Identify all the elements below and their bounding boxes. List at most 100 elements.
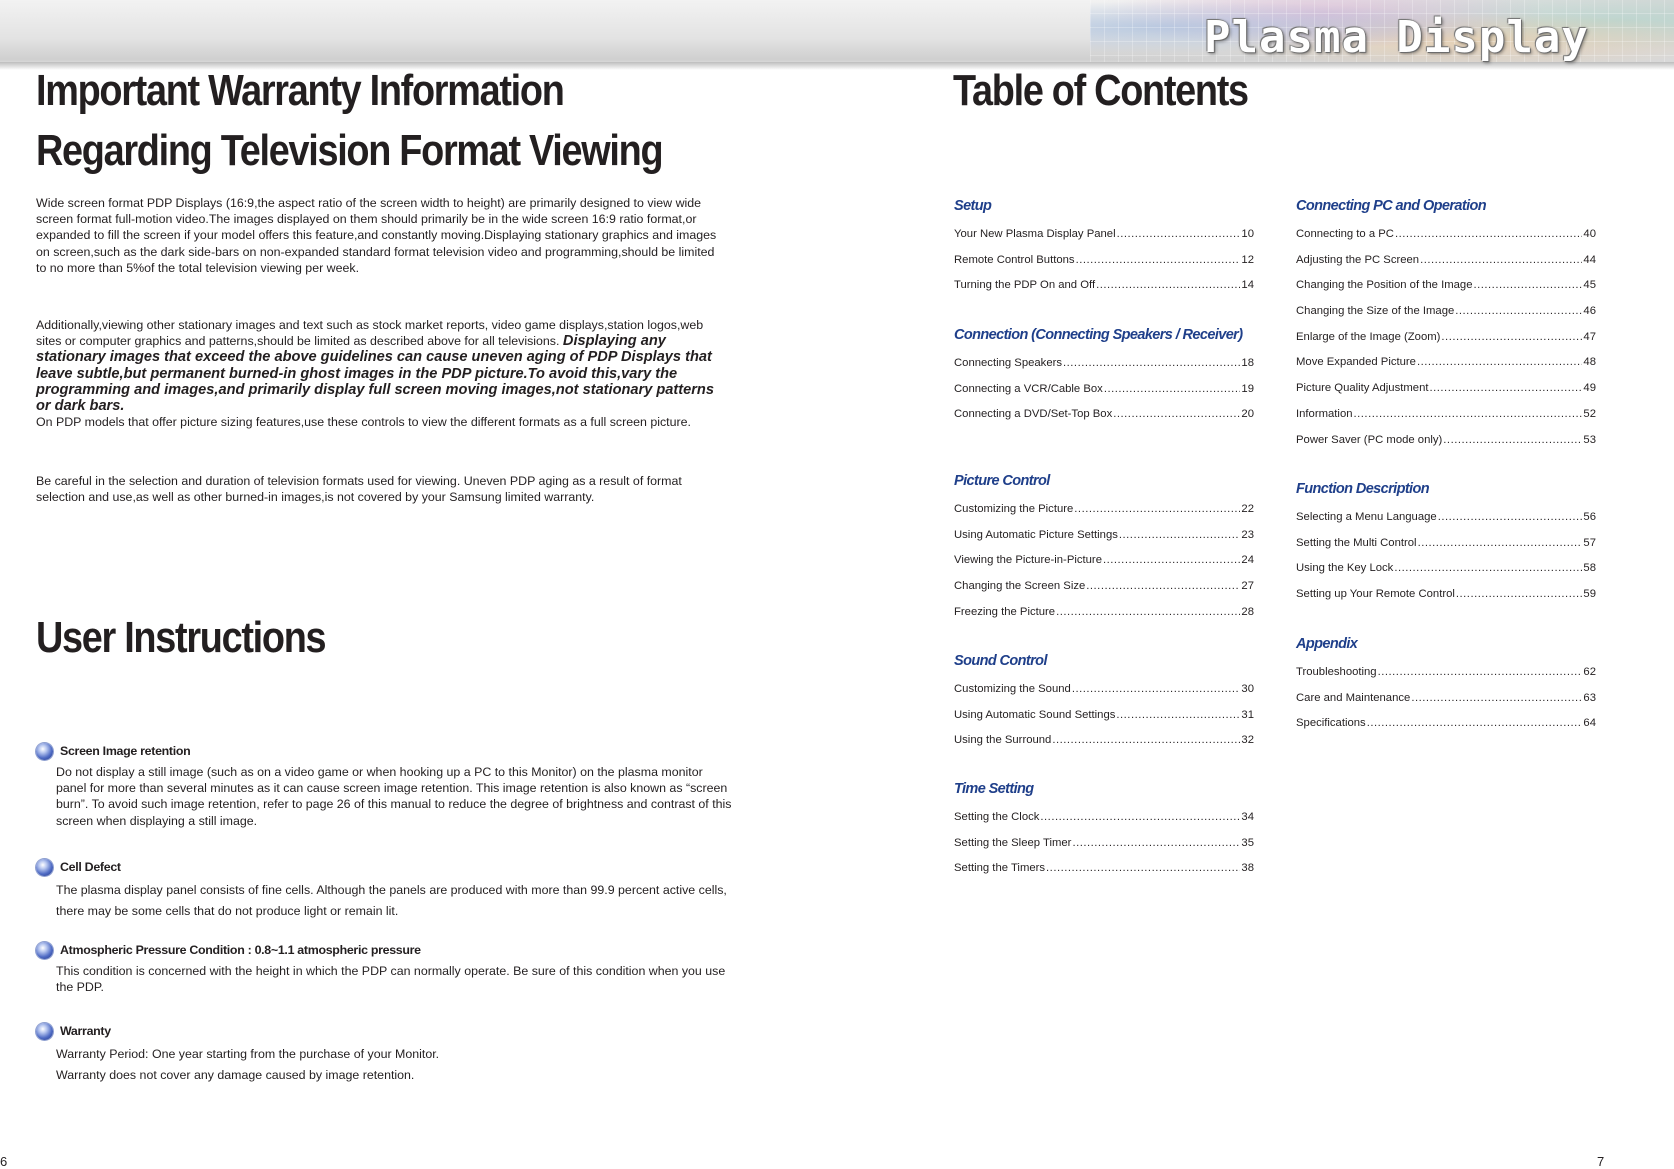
- toc-entry-page: 53: [1583, 433, 1596, 446]
- toc-entry-label: Turning the PDP On and Off: [954, 279, 1096, 292]
- toc-entry-page: 49: [1583, 382, 1596, 395]
- toc-entry-page: 31: [1241, 708, 1254, 721]
- bullet-icon: [36, 858, 53, 876]
- toc-entry-label: Move Expanded Picture: [1296, 356, 1416, 369]
- instruction-title: Atmospheric Pressure Condition : 0.8~1.1…: [60, 943, 421, 957]
- toc-entry[interactable]: Customizing the Sound 30: [954, 683, 1254, 709]
- toc-entry[interactable]: Selecting a Menu Language 56: [1296, 511, 1596, 537]
- warranty-paragraph-3: Be careful in the selection and duration…: [36, 474, 682, 505]
- toc-entry-page: 19: [1241, 382, 1254, 395]
- toc-entry-page: 24: [1241, 554, 1254, 567]
- toc-entry[interactable]: Setting up Your Remote Control 59: [1296, 588, 1596, 614]
- toc-entry-label: Power Saver (PC mode only): [1296, 433, 1443, 446]
- toc-entry[interactable]: Specifications 64: [1296, 717, 1596, 743]
- toc-entry-label: Setting the Sleep Timer: [954, 836, 1072, 849]
- toc-entry-page: 59: [1583, 588, 1596, 601]
- bullet-icon: [36, 941, 53, 959]
- toc-section-title: Connecting PC and Operation: [1296, 198, 1487, 214]
- toc-entry-label: Setting the Timers: [954, 862, 1046, 875]
- warranty-period-text: Warranty Period: One year starting from …: [56, 1047, 440, 1061]
- warranty-heading-line2: Regarding Television Format Viewing: [36, 126, 664, 175]
- toc-entry[interactable]: Troubleshooting 62: [1296, 666, 1596, 692]
- paragraph-2-tail: On PDP models that offer picture sizing …: [36, 415, 691, 430]
- toc-section-time-setting: Time Setting Setting the Clock 34 Setting…: [954, 781, 1254, 888]
- toc-entry[interactable]: Power Saver (PC mode only) 53: [1296, 434, 1596, 460]
- toc-entry-label: Viewing the Picture-in-Picture: [954, 554, 1102, 567]
- toc-entry-page: 58: [1583, 562, 1596, 575]
- instruction-screen-image-retention: Screen Image retention Do not display a …: [36, 742, 736, 829]
- toc-entry-page: 46: [1583, 305, 1596, 318]
- toc-entry-label: Adjusting the PC Screen: [1296, 253, 1420, 266]
- toc-entry-label: Remote Control Buttons: [954, 253, 1075, 266]
- toc-entry-page: 32: [1241, 734, 1254, 747]
- toc-entry[interactable]: Adjusting the PC Screen 44: [1296, 254, 1596, 280]
- toc-entry[interactable]: Connecting Speakers 18: [954, 357, 1254, 383]
- toc-entry-page: 38: [1241, 862, 1254, 875]
- instruction-atmospheric-pressure: Atmospheric Pressure Condition : 0.8~1.1…: [36, 941, 736, 995]
- toc-entry[interactable]: Your New Plasma Display Panel 10: [954, 228, 1254, 254]
- toc-entry-page: 27: [1241, 580, 1254, 593]
- toc-entry[interactable]: Care and Maintenance 63: [1296, 692, 1596, 718]
- toc-section-setup: Setup Your New Plasma Display Panel 10 Re…: [954, 198, 1254, 305]
- toc-entry-page: 12: [1241, 253, 1254, 266]
- toc-entry[interactable]: Remote Control Buttons 12: [954, 254, 1254, 280]
- toc-entry[interactable]: Using Automatic Picture Settings 23: [954, 529, 1254, 555]
- toc-entry-label: Connecting Speakers: [954, 357, 1063, 369]
- toc-entry-page: 30: [1241, 683, 1254, 695]
- toc-entry[interactable]: Move Expanded Picture 48: [1296, 356, 1596, 382]
- toc-entry[interactable]: Viewing the Picture-in-Picture 24: [954, 554, 1254, 580]
- toc-section-title: Sound Control: [954, 653, 1047, 669]
- toc-entry-label: Changing the Screen Size: [954, 580, 1086, 593]
- instruction-text: The plasma display panel consists of fin…: [56, 883, 727, 918]
- instruction-cell-defect: Cell Defect The plasma display panel con…: [36, 858, 736, 922]
- toc-entry[interactable]: Enlarge of the Image (Zoom) 47: [1296, 331, 1596, 357]
- toc-entry-page: 48: [1583, 356, 1596, 369]
- toc-entry-page: 56: [1583, 511, 1596, 523]
- toc-section-title: Setup: [954, 198, 992, 214]
- toc-section-picture-control: Picture Control Customizing the Picture 2…: [954, 473, 1254, 631]
- brand-title: Plasma Display: [1204, 12, 1589, 63]
- toc-entry-label: Changing the Size of the Image: [1296, 305, 1455, 318]
- toc-entry-label: Using Automatic Picture Settings: [954, 528, 1118, 541]
- toc-entry[interactable]: Setting the Timers 38: [954, 862, 1254, 888]
- toc-entry-page: 18: [1241, 357, 1254, 369]
- toc-section-sound-control: Sound Control Customizing the Sound 30 Us…: [954, 653, 1254, 760]
- toc-entry-page: 35: [1241, 836, 1254, 849]
- toc-entry-label: Connecting a DVD/Set-Top Box: [954, 408, 1113, 421]
- toc-entry[interactable]: Connecting a VCR/Cable Box 19: [954, 383, 1254, 409]
- toc-entry[interactable]: Changing the Position of the Image 45: [1296, 279, 1596, 305]
- toc-entry[interactable]: Using Automatic Sound Settings 31: [954, 709, 1254, 735]
- toc-entry-label: Care and Maintenance: [1296, 691, 1411, 704]
- toc-section-function-description: Function Description Selecting a Menu La…: [1296, 481, 1596, 614]
- instruction-warranty: Warranty Warranty Period: One year start…: [36, 1022, 736, 1086]
- toc-entry-label: Using the Key Lock: [1296, 562, 1394, 575]
- toc-entry[interactable]: Setting the Sleep Timer 35: [954, 837, 1254, 863]
- toc-entry-label: Setting the Multi Control: [1296, 536, 1417, 549]
- toc-entry-label: Your New Plasma Display Panel: [954, 228, 1116, 240]
- toc-entry[interactable]: Connecting a DVD/Set-Top Box 20: [954, 408, 1254, 434]
- toc-entry[interactable]: Turning the PDP On and Off 14: [954, 279, 1254, 305]
- toc-entry[interactable]: Customizing the Picture 22: [954, 503, 1254, 529]
- toc-entry[interactable]: Connecting to a PC 40: [1296, 228, 1596, 254]
- toc-entry-label: Enlarge of the Image (Zoom): [1296, 330, 1441, 343]
- bullet-icon: [36, 1022, 53, 1040]
- toc-entry[interactable]: Freezing the Picture 28: [954, 606, 1254, 632]
- toc-entry-page: 22: [1241, 503, 1254, 515]
- toc-entry-page: 63: [1583, 691, 1596, 704]
- warranty-exclusion-text: Warranty does not cover any damage cause…: [56, 1068, 415, 1082]
- toc-entry[interactable]: Picture Quality Adjustment 49: [1296, 382, 1596, 408]
- toc-entry[interactable]: Using the Key Lock 58: [1296, 562, 1596, 588]
- toc-entry[interactable]: Using the Surround 32: [954, 734, 1254, 760]
- toc-entry-page: 28: [1241, 605, 1254, 618]
- toc-entry-label: Freezing the Picture: [954, 605, 1056, 618]
- toc-entry-label: Setting up Your Remote Control: [1296, 588, 1455, 601]
- warranty-heading-line1: Important Warranty Information: [36, 66, 565, 115]
- toc-section-appendix: Appendix Troubleshooting 62 Care and Main…: [1296, 636, 1596, 743]
- toc-entry[interactable]: Setting the Clock 34: [954, 811, 1254, 837]
- toc-entry[interactable]: Changing the Screen Size 27: [954, 580, 1254, 606]
- toc-entry-label: Connecting to a PC: [1296, 228, 1394, 240]
- toc-entry[interactable]: Setting the Multi Control 57: [1296, 537, 1596, 563]
- toc-entry[interactable]: Changing the Size of the Image 46: [1296, 305, 1596, 331]
- toc-entry[interactable]: Information 52: [1296, 408, 1596, 434]
- toc-entry-label: Connecting a VCR/Cable Box: [954, 382, 1103, 395]
